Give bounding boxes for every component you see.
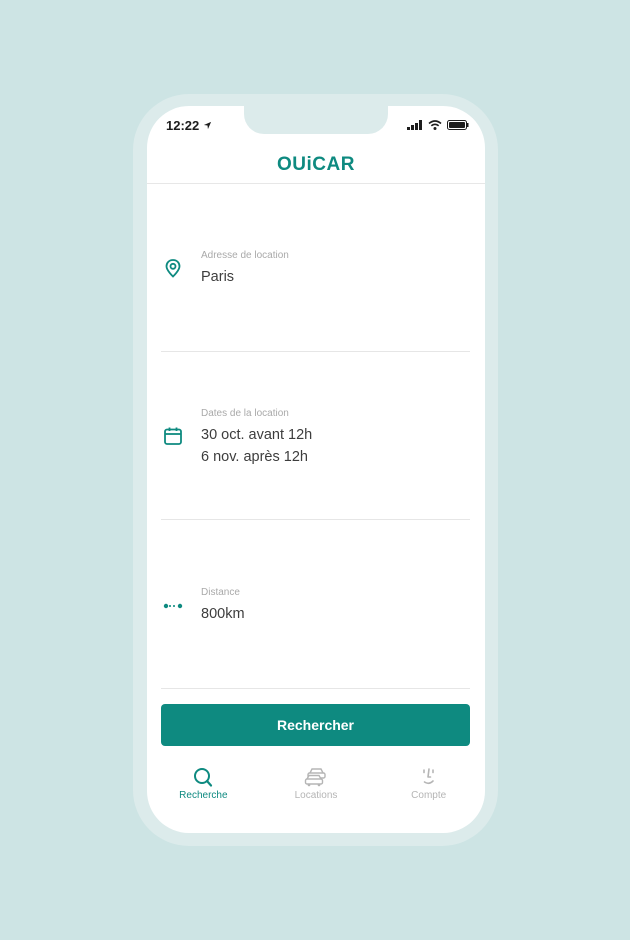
status-indicators: [407, 120, 469, 130]
tab-label-recherche: Recherche: [179, 790, 228, 801]
divider: [161, 519, 470, 520]
divider: [161, 351, 470, 352]
signal-icon: [407, 120, 422, 130]
location-arrow-icon: [204, 121, 212, 130]
divider: [161, 688, 470, 689]
address-label: Adresse de location: [201, 250, 289, 261]
tab-label-compte: Compte: [411, 790, 447, 801]
address-value: Paris: [201, 269, 235, 285]
calendar-icon: [164, 427, 182, 445]
status-time-text: 12:22: [166, 118, 200, 133]
tab-bar: Recherche Locations Compte: [147, 766, 485, 806]
cars-icon: [304, 768, 326, 787]
end-date-value: 6 nov. après 12h: [201, 449, 308, 465]
search-button[interactable]: Rechercher: [161, 704, 470, 746]
map-pin-icon: [165, 259, 181, 278]
ouicar-logo: OUiCAR: [277, 153, 355, 175]
status-time: 12:22: [166, 118, 212, 133]
phone-notch: [244, 106, 388, 134]
distance-field[interactable]: Distance 800km: [161, 584, 470, 624]
distance-icon: [163, 603, 183, 609]
wifi-icon: [428, 120, 442, 130]
tab-locations[interactable]: Locations: [260, 766, 373, 806]
search-icon: [194, 768, 213, 787]
start-date-value: 30 oct. avant 12h: [201, 427, 313, 443]
face-icon: [422, 768, 434, 785]
distance-label: Distance: [201, 587, 240, 598]
tab-compte[interactable]: Compte: [372, 766, 485, 806]
app-header: OUiCAR: [147, 146, 485, 184]
app-screen: 12:22 OUiCAR Adresse de location Paris D…: [147, 106, 485, 833]
tab-label-locations: Locations: [294, 790, 338, 801]
distance-value: 800km: [201, 606, 245, 622]
battery-icon: [447, 120, 469, 130]
tab-recherche[interactable]: Recherche: [147, 766, 260, 806]
dates-field[interactable]: Dates de la location 30 oct. avant 12h 6…: [161, 404, 470, 468]
dates-label: Dates de la location: [201, 408, 289, 419]
address-field[interactable]: Adresse de location Paris: [161, 246, 470, 286]
